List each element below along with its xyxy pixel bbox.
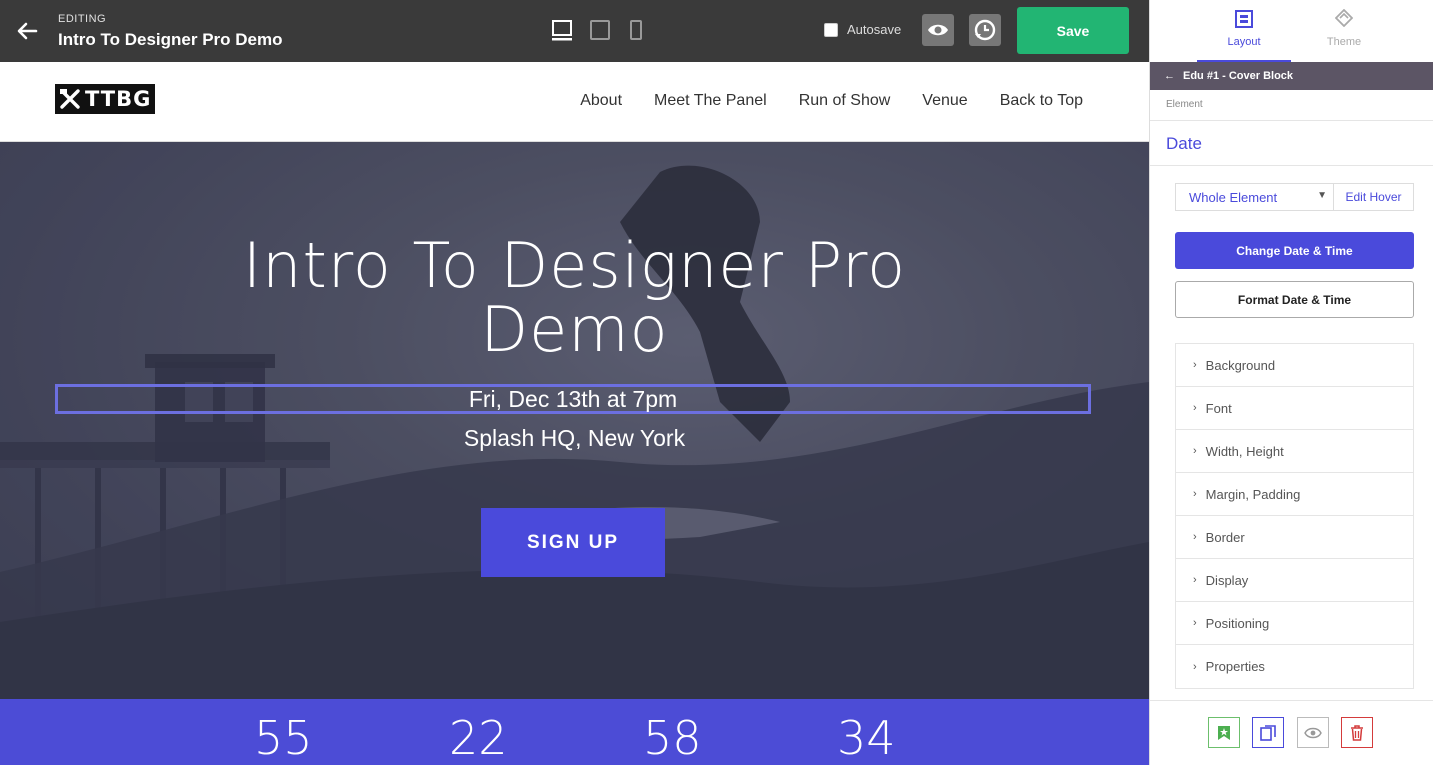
section-properties[interactable]: › Properties bbox=[1176, 645, 1413, 688]
section-label: Border bbox=[1205, 529, 1245, 545]
nav-back-to-top[interactable]: Back to Top bbox=[1000, 92, 1083, 110]
autosave-checkbox[interactable] bbox=[824, 22, 838, 37]
divider bbox=[1150, 700, 1433, 701]
sign-up-button[interactable]: SIGN UP bbox=[481, 508, 665, 577]
chevron-down-icon: ▼ bbox=[1317, 190, 1327, 201]
chevron-right-icon: › bbox=[1193, 660, 1197, 673]
tab-theme[interactable]: Theme bbox=[1297, 0, 1391, 62]
countdown-strip: 55 22 58 34 bbox=[0, 699, 1149, 765]
event-date-selected[interactable]: Fri, Dec 13th at 7pm bbox=[55, 384, 1091, 414]
chevron-right-icon: › bbox=[1193, 531, 1197, 543]
nav-about[interactable]: About bbox=[580, 92, 622, 110]
copy-icon bbox=[1260, 724, 1276, 741]
preview-button[interactable] bbox=[922, 14, 954, 46]
section-label: Font bbox=[1205, 400, 1232, 416]
tools-icon bbox=[60, 89, 80, 109]
section-label: Margin, Padding bbox=[1205, 486, 1301, 502]
layout-icon bbox=[1235, 10, 1253, 28]
section-display[interactable]: › Display bbox=[1176, 559, 1413, 602]
hero-title[interactable]: Intro To Designer Pro Demo bbox=[0, 234, 1149, 362]
bookmark-button[interactable] bbox=[1208, 717, 1240, 748]
section-label: Properties bbox=[1205, 659, 1265, 674]
trash-icon bbox=[1351, 724, 1363, 741]
section-background[interactable]: › Background bbox=[1176, 344, 1413, 387]
hide-button[interactable] bbox=[1297, 717, 1329, 748]
chevron-right-icon: › bbox=[1193, 488, 1197, 500]
eye-icon bbox=[928, 24, 948, 36]
section-label: Width, Height bbox=[1205, 443, 1284, 459]
hero-title-line-2: Demo bbox=[480, 293, 669, 366]
countdown-hours: 22 bbox=[449, 711, 508, 765]
section-border[interactable]: › Border bbox=[1176, 516, 1413, 559]
site-logo[interactable]: TTBG bbox=[55, 84, 155, 114]
countdown-minutes: 58 bbox=[643, 711, 702, 765]
tablet-view-icon[interactable] bbox=[589, 19, 611, 43]
desktop-view-icon[interactable] bbox=[551, 19, 573, 43]
properties-panel: Layout Theme ← Edu #1 - Cover Block Elem… bbox=[1149, 0, 1433, 765]
nav-meet-the-panel[interactable]: Meet The Panel bbox=[654, 92, 767, 110]
section-label: Positioning bbox=[1205, 615, 1270, 631]
section-width-height[interactable]: › Width, Height bbox=[1176, 430, 1413, 473]
divider bbox=[1150, 120, 1433, 121]
divider bbox=[1150, 165, 1433, 166]
nav-venue[interactable]: Venue bbox=[922, 92, 967, 110]
section-font[interactable]: › Font bbox=[1176, 387, 1413, 430]
bookmark-star-icon bbox=[1218, 725, 1230, 740]
selected-element-name: Date bbox=[1166, 134, 1202, 153]
element-part-value: Whole Element bbox=[1189, 190, 1278, 205]
section-margin-padding[interactable]: › Margin, Padding bbox=[1176, 473, 1413, 516]
section-positioning[interactable]: › Positioning bbox=[1176, 602, 1413, 645]
editor-topbar: EDITING Intro To Designer Pro Demo Autos… bbox=[0, 0, 1149, 62]
tab-layout-label: Layout bbox=[1227, 36, 1261, 48]
site-header: TTBG About Meet The Panel Run of Show Ve… bbox=[0, 62, 1149, 142]
nav-run-of-show[interactable]: Run of Show bbox=[799, 92, 891, 110]
format-date-time-button[interactable]: Format Date & Time bbox=[1175, 281, 1414, 318]
change-date-time-button[interactable]: Change Date & Time bbox=[1175, 232, 1414, 269]
duplicate-button[interactable] bbox=[1252, 717, 1284, 748]
page-title: Intro To Designer Pro Demo bbox=[58, 30, 283, 49]
countdown-seconds: 34 bbox=[837, 711, 896, 765]
breadcrumb-label: Edu #1 - Cover Block bbox=[1183, 70, 1294, 82]
element-part-select[interactable]: Whole Element ▼ bbox=[1175, 183, 1334, 211]
tab-theme-label: Theme bbox=[1326, 36, 1362, 48]
delete-button[interactable] bbox=[1341, 717, 1373, 748]
save-button[interactable]: Save bbox=[1017, 7, 1129, 54]
autosave-label: Autosave bbox=[847, 22, 902, 37]
hero-cover-block[interactable]: Intro To Designer Pro Demo Fri, Dec 13th… bbox=[0, 142, 1149, 699]
logo-text: TTBG bbox=[85, 87, 152, 111]
eye-icon bbox=[1304, 727, 1322, 738]
back-arrow-small-icon: ← bbox=[1164, 70, 1175, 82]
hero-title-line-1: Intro To Designer Pro bbox=[242, 229, 907, 302]
style-sections: › Background › Font › Width, Height › Margin… bbox=[1175, 343, 1414, 689]
event-location[interactable]: Splash HQ, New York bbox=[0, 425, 1149, 452]
history-icon bbox=[974, 19, 996, 41]
section-label: Background bbox=[1205, 357, 1276, 373]
tab-layout[interactable]: Layout bbox=[1197, 0, 1291, 62]
element-section-label: Element bbox=[1166, 99, 1203, 110]
edit-hover-button[interactable]: Edit Hover bbox=[1334, 183, 1414, 211]
countdown-days: 55 bbox=[254, 711, 313, 765]
chevron-right-icon: › bbox=[1193, 359, 1197, 371]
hero-background-image bbox=[0, 142, 1149, 699]
chevron-right-icon: › bbox=[1193, 617, 1197, 629]
site-nav: About Meet The Panel Run of Show Venue B… bbox=[580, 92, 1083, 110]
section-label: Display bbox=[1205, 572, 1249, 588]
chevron-right-icon: › bbox=[1193, 445, 1197, 457]
mobile-view-icon[interactable] bbox=[628, 19, 644, 43]
theme-icon bbox=[1335, 9, 1353, 27]
breadcrumb[interactable]: ← Edu #1 - Cover Block bbox=[1150, 62, 1433, 90]
editing-label: EDITING bbox=[58, 13, 107, 25]
chevron-right-icon: › bbox=[1193, 574, 1197, 586]
history-button[interactable] bbox=[969, 14, 1001, 46]
back-arrow-icon[interactable] bbox=[14, 18, 40, 44]
chevron-right-icon: › bbox=[1193, 402, 1197, 414]
autosave-toggle[interactable]: Autosave bbox=[824, 22, 901, 37]
